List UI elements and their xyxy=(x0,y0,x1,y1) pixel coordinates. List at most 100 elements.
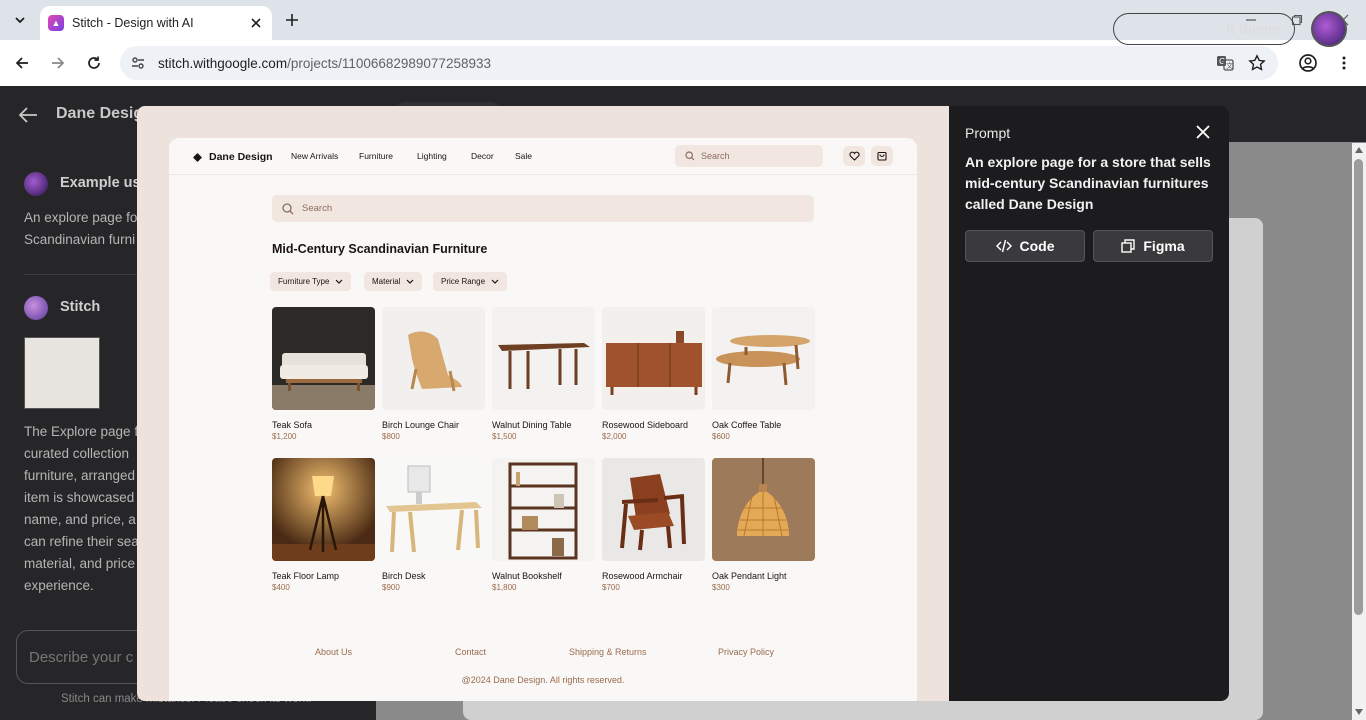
tab-close-button[interactable] xyxy=(248,15,264,31)
product-price: $300 xyxy=(712,583,730,592)
product-card-walnut-bookshelf[interactable]: Walnut Bookshelf $1,800 xyxy=(492,458,595,592)
filter-label: Material xyxy=(372,277,401,286)
design-preview: Dane Design New Arrivals Furniture Light… xyxy=(137,106,949,701)
site-logo[interactable]: Dane Design xyxy=(193,151,273,163)
product-name: Oak Pendant Light xyxy=(712,571,787,581)
scroll-up-icon xyxy=(1355,147,1363,153)
heart-icon xyxy=(848,151,860,161)
browser-tab[interactable]: ▲ Stitch - Design with AI xyxy=(40,6,272,40)
browser-menu-button[interactable] xyxy=(1332,51,1356,75)
filter-label: Furniture Type xyxy=(278,277,330,286)
product-card-walnut-dining-table[interactable]: Walnut Dining Table $1,500 xyxy=(492,307,595,441)
product-card-birch-desk[interactable]: Birch Desk $900 xyxy=(382,458,485,592)
diamond-logo-icon xyxy=(193,152,202,162)
filter-price-range[interactable]: Price Range xyxy=(433,272,508,291)
product-image xyxy=(382,458,485,561)
translate-icon: G文 xyxy=(1217,56,1234,71)
scrollbar-thumb[interactable] xyxy=(1354,159,1363,615)
nav-new-arrivals[interactable]: New Arrivals xyxy=(291,151,338,161)
copy-icon xyxy=(1121,239,1136,253)
code-button[interactable]: Code xyxy=(965,230,1085,262)
new-tab-button[interactable] xyxy=(282,10,302,30)
code-button-label: Code xyxy=(1019,238,1055,254)
address-bar[interactable]: stitch.withgoogle.com/projects/110066829… xyxy=(120,46,1278,80)
product-price: $700 xyxy=(602,583,620,592)
cart-button[interactable] xyxy=(871,146,893,166)
site-settings-icon xyxy=(132,57,144,69)
bookmark-button[interactable] xyxy=(1248,54,1266,72)
product-card-teak-floor-lamp[interactable]: Teak Floor Lamp $400 xyxy=(272,458,375,592)
stitch-label: Stitch xyxy=(60,299,101,315)
footer-shipping-returns[interactable]: Shipping & Returns xyxy=(569,647,647,657)
edit-theme-button[interactable]: it theme xyxy=(1113,13,1295,45)
footer-about-us[interactable]: About Us xyxy=(315,647,352,657)
search-icon xyxy=(282,202,294,214)
arrow-left-icon xyxy=(18,107,37,123)
site-header: Dane Design New Arrivals Furniture Light… xyxy=(169,138,917,175)
prompt-panel: Prompt An explore page for a store that … xyxy=(949,106,1229,701)
page-scrollbar[interactable] xyxy=(1352,143,1366,720)
profile-button[interactable] xyxy=(1296,51,1320,75)
prompt-input-placeholder: Describe your c xyxy=(29,649,134,666)
nav-decor[interactable]: Decor xyxy=(471,151,494,161)
back-button[interactable] xyxy=(18,106,38,124)
reload-button[interactable] xyxy=(82,51,106,75)
arrow-left-icon xyxy=(15,57,28,69)
product-image xyxy=(712,458,815,561)
close-icon xyxy=(251,18,261,28)
nav-furniture[interactable]: Furniture xyxy=(359,151,393,161)
copyright: @2024 Dane Design. All rights reserved. xyxy=(461,675,625,685)
product-card-birch-lounge-chair[interactable]: Birch Lounge Chair $800 xyxy=(382,307,485,441)
footer-contact[interactable]: Contact xyxy=(455,647,486,657)
product-image xyxy=(602,458,705,561)
figma-button[interactable]: Figma xyxy=(1093,230,1213,262)
tab-search-button[interactable] xyxy=(8,8,32,32)
product-name: Oak Coffee Table xyxy=(712,420,782,430)
user-avatar xyxy=(24,172,48,196)
shopping-bag-icon xyxy=(877,151,887,161)
account-avatar[interactable] xyxy=(1311,11,1347,47)
product-image xyxy=(712,307,815,410)
nav-sale[interactable]: Sale xyxy=(515,151,532,161)
design-thumbnail[interactable] xyxy=(24,337,100,409)
product-price: $1,800 xyxy=(492,583,517,592)
back-button[interactable] xyxy=(10,51,34,75)
header-search-input[interactable]: Search xyxy=(675,145,823,167)
prompt-text: An explore page for a store that sells m… xyxy=(965,154,1211,212)
product-price: $2,000 xyxy=(602,432,627,441)
product-card-teak-sofa[interactable]: Teak Sofa $1,200 xyxy=(272,307,375,441)
account-circle-icon xyxy=(1299,54,1317,72)
product-price: $800 xyxy=(382,432,400,441)
browser-toolbar: stitch.withgoogle.com/projects/110066829… xyxy=(0,40,1366,86)
translate-button[interactable]: G文 xyxy=(1216,54,1234,72)
example-label: Example us xyxy=(60,175,141,191)
more-vert-icon xyxy=(1342,56,1346,70)
product-name: Rosewood Armchair xyxy=(602,571,683,581)
wishlist-button[interactable] xyxy=(843,146,865,166)
star-icon xyxy=(1248,54,1266,71)
product-price: $600 xyxy=(712,432,730,441)
product-image xyxy=(272,307,375,410)
filter-furniture-type[interactable]: Furniture Type xyxy=(270,272,352,291)
chevron-down-icon xyxy=(336,279,343,284)
footer-privacy-policy[interactable]: Privacy Policy xyxy=(718,647,774,657)
main-search-input[interactable]: Search xyxy=(272,195,814,222)
example-text: An explore page fo Scandinavian furni xyxy=(24,210,138,247)
product-card-rosewood-armchair[interactable]: Rosewood Armchair $700 xyxy=(602,458,705,592)
arrow-right-icon xyxy=(52,57,65,69)
product-name: Birch Desk xyxy=(382,571,426,581)
product-card-oak-pendant-light[interactable]: Oak Pendant Light $300 xyxy=(712,458,815,592)
nav-lighting[interactable]: Lighting xyxy=(417,151,447,161)
product-price: $400 xyxy=(272,583,290,592)
forward-button[interactable] xyxy=(46,51,70,75)
stitch-response-text: The Explore page f curated collection fu… xyxy=(24,424,139,593)
product-price: $1,500 xyxy=(492,432,517,441)
stitch-favicon-icon: ▲ xyxy=(48,15,64,31)
product-name: Walnut Dining Table xyxy=(492,420,572,430)
filter-material[interactable]: Material xyxy=(364,272,423,291)
product-image xyxy=(602,307,705,410)
product-card-rosewood-sideboard[interactable]: Rosewood Sideboard $2,000 xyxy=(602,307,705,441)
modal-close-button[interactable] xyxy=(1193,122,1213,142)
product-card-oak-coffee-table[interactable]: Oak Coffee Table $600 xyxy=(712,307,815,441)
product-name: Rosewood Sideboard xyxy=(602,420,689,430)
